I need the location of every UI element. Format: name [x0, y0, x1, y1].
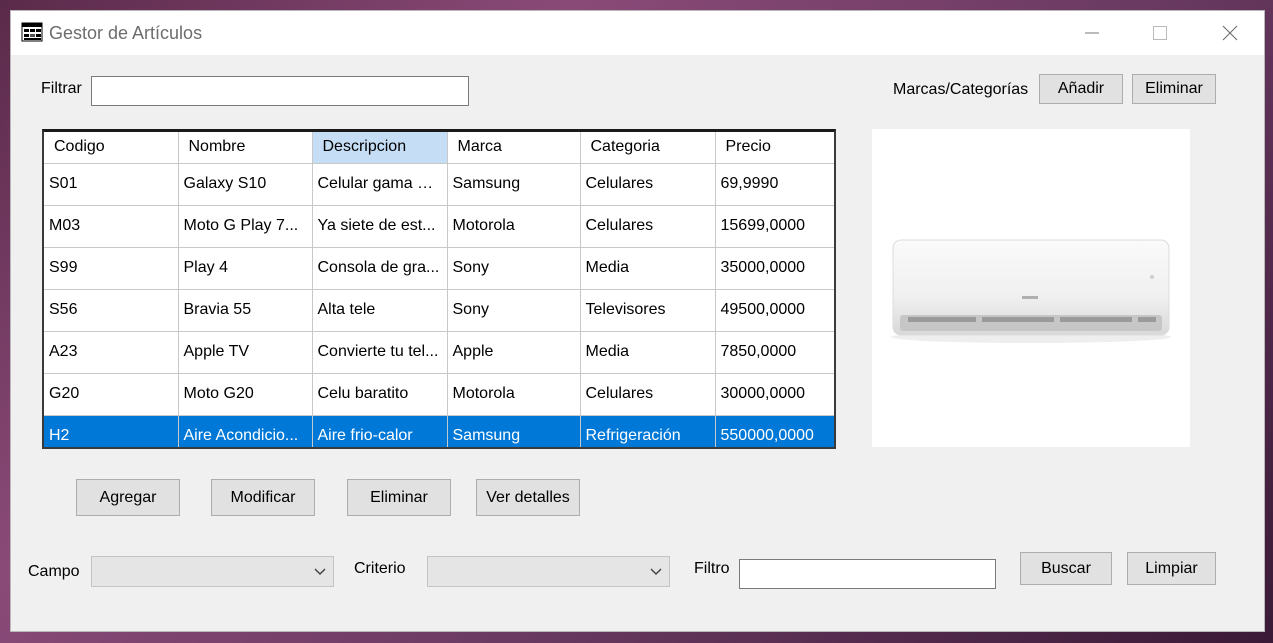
cell-precio: 550000,0000 — [715, 415, 834, 447]
articles-grid[interactable]: Codigo Nombre Descripcion Marca Categori… — [42, 129, 836, 449]
table-header-row: Codigo Nombre Descripcion Marca Categori… — [44, 132, 834, 164]
table-row[interactable]: A23 Apple TV Convierte tu tel... Apple M… — [44, 331, 834, 374]
column-header-marca[interactable]: Marca — [447, 132, 581, 164]
cell-descripcion: Aire frio-calor — [312, 415, 448, 447]
cell-marca: Samsung — [447, 415, 581, 447]
cell-precio: 35000,0000 — [715, 247, 834, 290]
table-row[interactable]: S56 Bravia 55 Alta tele Sony Televisores… — [44, 289, 834, 332]
table-row[interactable]: S01 Galaxy S10 Celular gama alta Samsung… — [44, 163, 834, 206]
cell-marca: Motorola — [447, 205, 581, 248]
maximize-icon — [1153, 26, 1167, 40]
cell-descripcion: Celular gama alta — [312, 163, 448, 206]
chevron-down-icon — [314, 568, 326, 576]
cell-codigo: G20 — [44, 373, 179, 416]
air-conditioner-image — [891, 239, 1171, 343]
brands-categories-label: Marcas/Categorías — [893, 81, 1029, 98]
cell-nombre: Moto G20 — [178, 373, 313, 416]
delete-article-button[interactable]: Eliminar — [347, 479, 451, 516]
delete-brand-category-button[interactable]: Eliminar — [1132, 74, 1216, 104]
cell-codigo: H2 — [44, 415, 179, 447]
cell-codigo: S56 — [44, 289, 179, 332]
filter-label: Filtrar — [41, 80, 82, 97]
title-bar[interactable]: Gestor de Artículos — [11, 11, 1264, 55]
cell-descripcion: Consola de gra... — [312, 247, 448, 290]
table-row[interactable]: G20 Moto G20 Celu baratito Motorola Celu… — [44, 373, 834, 416]
table-row[interactable]: S99 Play 4 Consola de gra... Sony Media … — [44, 247, 834, 290]
cell-precio: 49500,0000 — [715, 289, 834, 332]
clear-button[interactable]: Limpiar — [1127, 552, 1216, 585]
cell-descripcion: Ya siete de est... — [312, 205, 448, 248]
cell-categoria: Celulares — [580, 205, 716, 248]
cell-nombre: Bravia 55 — [178, 289, 313, 332]
cell-categoria: Celulares — [580, 163, 716, 206]
window-title: Gestor de Artículos — [49, 23, 203, 43]
cell-marca: Apple — [447, 331, 581, 374]
field-select[interactable] — [91, 556, 334, 587]
add-brand-category-button[interactable]: Añadir — [1039, 74, 1123, 104]
cell-descripcion: Celu baratito — [312, 373, 448, 416]
minimize-button[interactable] — [1069, 11, 1115, 55]
chevron-down-icon — [650, 568, 662, 576]
search-button[interactable]: Buscar — [1020, 552, 1112, 585]
add-article-button[interactable]: Agregar — [76, 479, 180, 516]
cell-categoria: Media — [580, 331, 716, 374]
column-header-categoria[interactable]: Categoria — [580, 132, 716, 164]
cell-nombre: Play 4 — [178, 247, 313, 290]
cell-categoria: Televisores — [580, 289, 716, 332]
column-header-codigo[interactable]: Codigo — [44, 132, 179, 164]
table-row-selected[interactable]: H2 Aire Acondicio... Aire frio-calor Sam… — [44, 415, 834, 447]
search-filter-input[interactable] — [739, 559, 996, 589]
cell-precio: 30000,0000 — [715, 373, 834, 416]
table-row[interactable]: M03 Moto G Play 7... Ya siete de est... … — [44, 205, 834, 248]
cell-descripcion: Alta tele — [312, 289, 448, 332]
criteria-select[interactable] — [427, 556, 670, 587]
cell-categoria: Celulares — [580, 373, 716, 416]
maximize-button[interactable] — [1137, 11, 1183, 55]
column-header-nombre[interactable]: Nombre — [178, 132, 313, 164]
column-header-precio[interactable]: Precio — [715, 132, 834, 164]
cell-marca: Samsung — [447, 163, 581, 206]
cell-categoria: Refrigeración — [580, 415, 716, 447]
modify-article-button[interactable]: Modificar — [211, 479, 315, 516]
articles-table: Codigo Nombre Descripcion Marca Categori… — [44, 132, 834, 447]
cell-marca: Sony — [447, 289, 581, 332]
close-icon — [1222, 25, 1238, 41]
view-details-button[interactable]: Ver detalles — [476, 479, 580, 516]
filter-field-label: Filtro — [694, 560, 730, 577]
criteria-label: Criterio — [354, 560, 406, 577]
cell-descripcion: Convierte tu tel... — [312, 331, 448, 374]
cell-codigo: M03 — [44, 205, 179, 248]
cell-nombre: Moto G Play 7... — [178, 205, 313, 248]
close-button[interactable] — [1207, 11, 1253, 55]
filter-input[interactable] — [91, 76, 469, 106]
cell-nombre: Aire Acondicio... — [178, 415, 313, 447]
field-label: Campo — [28, 563, 80, 580]
cell-nombre: Apple TV — [178, 331, 313, 374]
cell-codigo: A23 — [44, 331, 179, 374]
cell-precio: 7850,0000 — [715, 331, 834, 374]
cell-precio: 69,9990 — [715, 163, 834, 206]
column-header-descripcion[interactable]: Descripcion — [312, 132, 448, 164]
cell-precio: 15699,0000 — [715, 205, 834, 248]
cell-codigo: S99 — [44, 247, 179, 290]
cell-marca: Sony — [447, 247, 581, 290]
cell-nombre: Galaxy S10 — [178, 163, 313, 206]
app-icon — [21, 22, 43, 42]
cell-categoria: Media — [580, 247, 716, 290]
cell-marca: Motorola — [447, 373, 581, 416]
minimize-icon — [1085, 32, 1099, 34]
article-image-box — [872, 129, 1190, 447]
main-window: Gestor de Artículos Filtrar Marcas/Categ… — [10, 10, 1265, 632]
cell-codigo: S01 — [44, 163, 179, 206]
